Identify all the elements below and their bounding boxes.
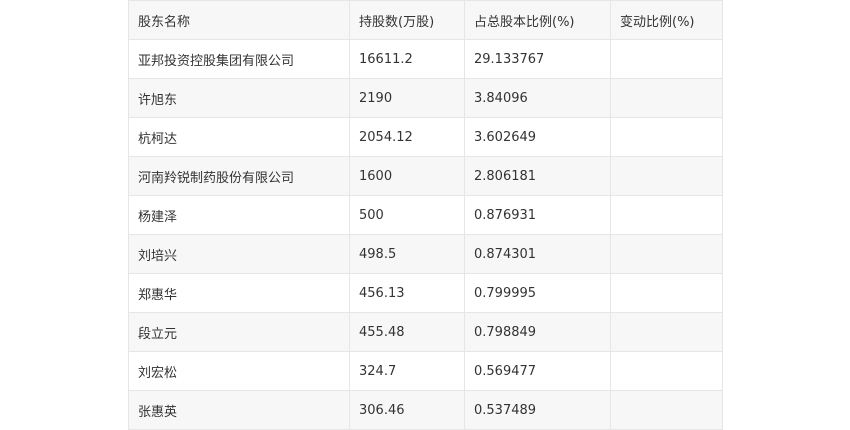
- cell-shareholder-name: 河南羚锐制药股份有限公司: [128, 156, 350, 196]
- shareholder-table: 股东名称 持股数(万股) 占总股本比例(%) 变动比例(%) 亚邦投资控股集团有…: [128, 0, 723, 430]
- cell-change-ratio: [610, 273, 723, 313]
- table-row: 刘培兴 498.5 0.874301: [128, 234, 723, 274]
- table-row: 刘宏松 324.7 0.569477: [128, 351, 723, 391]
- cell-shares-held: 498.5: [349, 234, 465, 274]
- cell-shares-held: 1600: [349, 156, 465, 196]
- header-change-ratio: 变动比例(%): [610, 0, 723, 40]
- cell-shareholder-name: 段立元: [128, 312, 350, 352]
- cell-share-ratio: 0.799995: [464, 273, 611, 313]
- cell-share-ratio: 0.874301: [464, 234, 611, 274]
- header-shareholder-name: 股东名称: [128, 0, 350, 40]
- cell-shares-held: 16611.2: [349, 39, 465, 79]
- shareholder-table-container: 股东名称 持股数(万股) 占总股本比例(%) 变动比例(%) 亚邦投资控股集团有…: [128, 0, 723, 430]
- cell-change-ratio: [610, 117, 723, 157]
- cell-share-ratio: 0.798849: [464, 312, 611, 352]
- cell-shareholder-name: 刘宏松: [128, 351, 350, 391]
- cell-share-ratio: 2.806181: [464, 156, 611, 196]
- table-header-row: 股东名称 持股数(万股) 占总股本比例(%) 变动比例(%): [128, 0, 723, 40]
- cell-shareholder-name: 杭柯达: [128, 117, 350, 157]
- cell-shares-held: 2054.12: [349, 117, 465, 157]
- table-row: 杭柯达 2054.12 3.602649: [128, 117, 723, 157]
- cell-share-ratio: 0.537489: [464, 390, 611, 430]
- cell-shares-held: 456.13: [349, 273, 465, 313]
- cell-shares-held: 324.7: [349, 351, 465, 391]
- cell-shares-held: 500: [349, 195, 465, 235]
- cell-share-ratio: 3.602649: [464, 117, 611, 157]
- cell-shareholder-name: 亚邦投资控股集团有限公司: [128, 39, 350, 79]
- cell-change-ratio: [610, 312, 723, 352]
- cell-change-ratio: [610, 390, 723, 430]
- table-row: 郑惠华 456.13 0.799995: [128, 273, 723, 313]
- cell-share-ratio: 0.876931: [464, 195, 611, 235]
- cell-share-ratio: 29.133767: [464, 39, 611, 79]
- table-row: 张惠英 306.46 0.537489: [128, 390, 723, 430]
- cell-shareholder-name: 杨建泽: [128, 195, 350, 235]
- cell-shareholder-name: 张惠英: [128, 390, 350, 430]
- cell-shareholder-name: 刘培兴: [128, 234, 350, 274]
- cell-shareholder-name: 郑惠华: [128, 273, 350, 313]
- cell-shares-held: 306.46: [349, 390, 465, 430]
- cell-change-ratio: [610, 234, 723, 274]
- table-row: 河南羚锐制药股份有限公司 1600 2.806181: [128, 156, 723, 196]
- header-share-ratio: 占总股本比例(%): [464, 0, 611, 40]
- table-row: 段立元 455.48 0.798849: [128, 312, 723, 352]
- table-row: 亚邦投资控股集团有限公司 16611.2 29.133767: [128, 39, 723, 79]
- table-row: 许旭东 2190 3.84096: [128, 78, 723, 118]
- cell-change-ratio: [610, 351, 723, 391]
- cell-share-ratio: 0.569477: [464, 351, 611, 391]
- cell-change-ratio: [610, 195, 723, 235]
- cell-change-ratio: [610, 156, 723, 196]
- cell-share-ratio: 3.84096: [464, 78, 611, 118]
- header-shares-held: 持股数(万股): [349, 0, 465, 40]
- cell-change-ratio: [610, 78, 723, 118]
- cell-change-ratio: [610, 39, 723, 79]
- cell-shares-held: 455.48: [349, 312, 465, 352]
- table-row: 杨建泽 500 0.876931: [128, 195, 723, 235]
- cell-shares-held: 2190: [349, 78, 465, 118]
- cell-shareholder-name: 许旭东: [128, 78, 350, 118]
